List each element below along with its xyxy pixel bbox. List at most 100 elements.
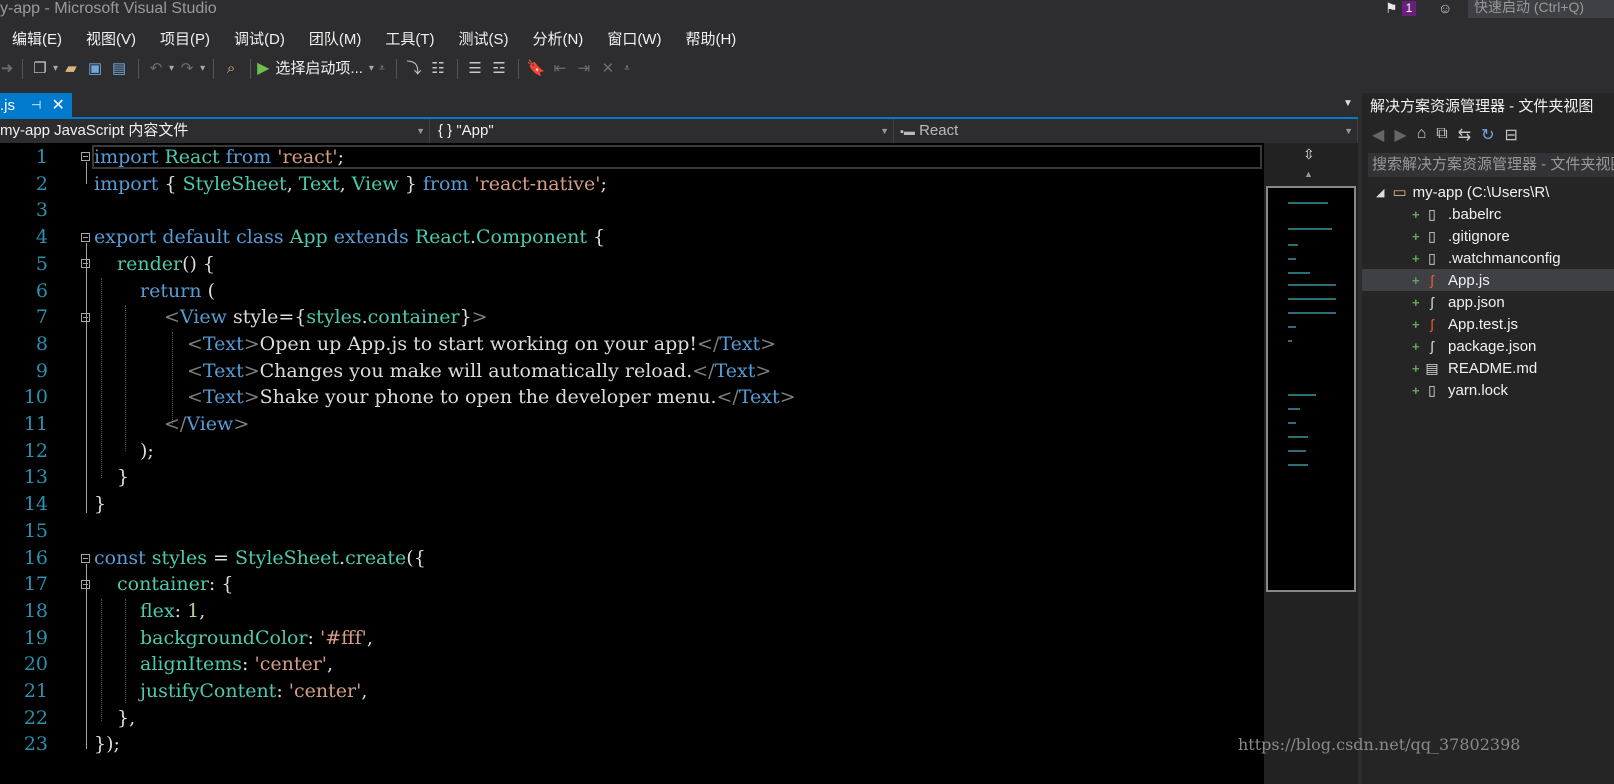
code-editor[interactable]: 1 2 3 4 5 6 7 8 9 10 11 12 13 14 15 16 1… [0, 143, 1264, 784]
save-all-icon[interactable]: ▤ [108, 57, 130, 81]
collapse-region-icon[interactable] [81, 554, 90, 563]
tab-label: .js [0, 96, 15, 114]
code-token: > [760, 332, 777, 355]
quick-launch-input[interactable]: 快速启动 (Ctrl+Q) [1468, 0, 1614, 18]
notification-badge: 1 [1401, 1, 1417, 16]
code-token: Text [298, 172, 340, 195]
feedback-icon[interactable]: ☺ [1438, 0, 1452, 16]
sync-icon[interactable]: ⇆ [1458, 125, 1471, 145]
tree-root-folder[interactable]: ◢ ▭ my-app (C:\Users\R\ [1376, 181, 1549, 203]
notifications[interactable]: ⚑ 1 [1385, 0, 1417, 17]
collapse-region-icon[interactable] [81, 152, 90, 161]
code-token: from [422, 172, 469, 195]
menu-tools[interactable]: 工具(T) [373, 28, 446, 52]
tree-item-label: .gitignore [1448, 227, 1510, 245]
chevron-down-icon: ▼ [1344, 126, 1353, 136]
minimap-line [1288, 228, 1332, 230]
menu-analyze[interactable]: 分析(N) [520, 28, 595, 52]
tree-item-selected[interactable]: + ʃ App.js [1362, 269, 1614, 291]
close-icon[interactable]: ✕ [51, 95, 64, 115]
menu-team[interactable]: 团队(M) [297, 28, 374, 52]
home-icon[interactable]: ⌂ [1417, 125, 1427, 145]
menu-debug[interactable]: 调试(D) [222, 28, 297, 52]
member-dropdown[interactable]: ▪▬ React ▼ [896, 119, 1358, 143]
code-line-22: }, [117, 705, 135, 732]
undo-icon[interactable]: ↶ [145, 57, 167, 81]
toolbar-separator [213, 59, 215, 79]
tree-item[interactable]: + ʃ app.json [1362, 291, 1614, 313]
switch-views-icon[interactable]: ⧉ [1436, 125, 1447, 145]
menu-view[interactable]: 视图(V) [74, 28, 148, 52]
next-bookmark-icon[interactable]: ⇥ [573, 57, 595, 81]
code-token: ; [600, 172, 607, 195]
tab-app-js[interactable]: .js ⊣ ✕ [0, 93, 72, 117]
tree-item[interactable]: + ▯ .babelrc [1362, 203, 1614, 225]
toolbar-overflow-icon[interactable]: ⩡ [376, 57, 388, 81]
tree-item-label: .watchmanconfig [1448, 249, 1561, 267]
code-token: container [117, 573, 209, 596]
menu-test[interactable]: 测试(S) [446, 28, 520, 52]
forward-icon[interactable]: ▶ [1394, 125, 1406, 145]
code-token: = [206, 546, 235, 569]
minimap-viewport[interactable] [1266, 186, 1356, 592]
code-line-9: <Text>Changes you make will automaticall… [187, 358, 771, 385]
dropdown-arrow-icon[interactable]: ▾ [53, 57, 58, 81]
save-icon[interactable]: ▣ [84, 57, 106, 81]
code-token: return [140, 279, 202, 302]
tree-item-label: app.json [1448, 293, 1505, 311]
navigate-forward-icon[interactable]: ➜ [0, 57, 14, 81]
startup-item-button[interactable]: 选择启动项... [271, 57, 367, 81]
tree-item[interactable]: + ʃ App.test.js [1362, 313, 1614, 335]
bookmark-icon[interactable]: 🔖 [525, 57, 547, 81]
solution-explorer-search-input[interactable]: 搜索解决方案资源管理器 - 文件夹视图 [1368, 153, 1614, 177]
expanded-arrow-icon[interactable]: ◢ [1376, 186, 1384, 199]
redo-icon[interactable]: ↷ [176, 57, 198, 81]
menu-project[interactable]: 项目(P) [148, 28, 222, 52]
uncomment-lines-icon[interactable]: ☲ [488, 57, 510, 81]
tab-list-dropdown-icon[interactable]: ▼ [1343, 98, 1353, 109]
markdown-file-icon: ▤ [1425, 359, 1439, 376]
code-token: > [243, 359, 260, 382]
tree-item[interactable]: + ▯ yarn.lock [1362, 379, 1614, 401]
line-number: 7 [35, 306, 48, 329]
menu-edit[interactable]: 编辑(E) [0, 28, 74, 52]
tree-item[interactable]: + ʃ package.json [1362, 335, 1614, 357]
toolbar-overflow-icon[interactable]: ⩡ [621, 57, 633, 81]
menu-help[interactable]: 帮助(H) [673, 28, 748, 52]
scroll-up-arrow-icon[interactable]: ▲ [1304, 169, 1313, 179]
minimap-line [1288, 450, 1306, 452]
split-editor-icon[interactable]: ⇳ [1303, 146, 1315, 163]
refresh-icon[interactable]: ↻ [1481, 125, 1494, 145]
redo-dropdown-icon[interactable]: ▾ [200, 57, 205, 81]
open-file-icon[interactable]: ▰ [60, 57, 82, 81]
code-line-8: <Text>Open up App.js to start working on… [187, 331, 776, 358]
step-into-icon[interactable]: ⤵ [403, 57, 425, 81]
find-in-files-icon[interactable]: ⌕ [220, 57, 242, 81]
code-token: export default class [94, 226, 284, 249]
toolbar-separator [138, 59, 140, 79]
collapse-all-icon[interactable]: ⊟ [1505, 125, 1518, 145]
new-project-icon[interactable]: ❐ [29, 57, 51, 81]
start-debugging-play-icon[interactable]: ▶ [257, 57, 269, 81]
pin-icon[interactable]: ⊣ [31, 98, 41, 112]
scope-dropdown[interactable]: { } "App" ▼ [432, 119, 894, 143]
code-line-1: import React from 'react'; [94, 144, 344, 171]
comment-lines-icon[interactable]: ☰ [464, 57, 486, 81]
code-token: , [199, 599, 206, 622]
clear-bookmarks-icon[interactable]: ✕ [597, 57, 619, 81]
tree-item[interactable]: + ▯ .gitignore [1362, 225, 1614, 247]
previous-bookmark-icon[interactable]: ⇤ [549, 57, 571, 81]
startup-dropdown-icon[interactable]: ▾ [369, 57, 374, 81]
project-dropdown[interactable]: my-app JavaScript 内容文件 ▼ [0, 119, 430, 143]
git-added-icon: + [1412, 294, 1420, 310]
tree-item-label: README.md [1448, 359, 1538, 377]
code-token: Text [202, 359, 244, 382]
back-icon[interactable]: ◀ [1372, 125, 1384, 145]
menu-window[interactable]: 窗口(W) [595, 28, 673, 52]
undo-dropdown-icon[interactable]: ▾ [169, 57, 174, 81]
collapse-region-icon[interactable] [81, 233, 90, 242]
format-document-icon[interactable]: ☷ [427, 57, 449, 81]
tree-item[interactable]: + ▯ .watchmanconfig [1362, 247, 1614, 269]
line-number: 4 [35, 226, 48, 249]
tree-item[interactable]: + ▤ README.md [1362, 357, 1614, 379]
